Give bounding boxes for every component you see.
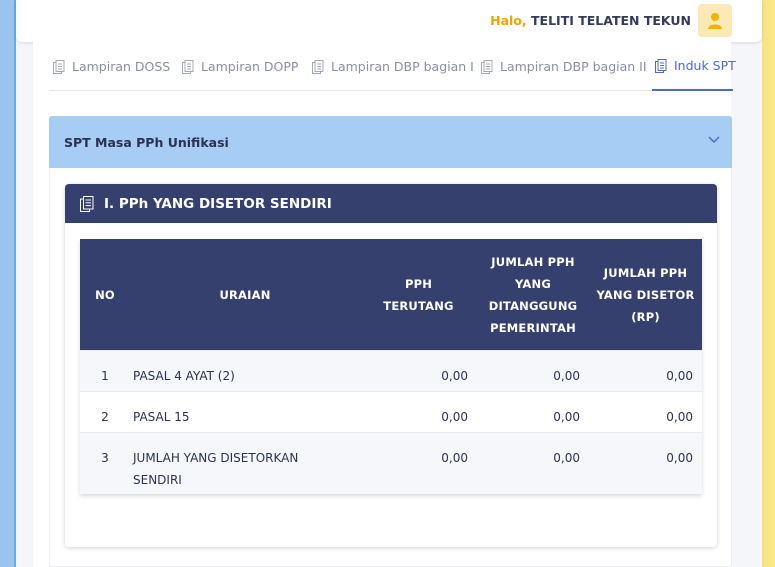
cell-ditanggung: 0,00 [553, 410, 580, 424]
tab-lampiran-dbp-1[interactable]: Lampiran DBP bagian I [312, 42, 474, 91]
top-bar: Halo, TELITI TELATEN TEKUN [16, 0, 762, 42]
section-title: I. PPh YANG DISETOR SENDIRI [104, 195, 332, 212]
pph-table: NO URAIAN PPH TERUTANG JUMLAH PPH YANG D… [80, 239, 702, 494]
user-icon [708, 12, 722, 29]
table-header: NO URAIAN PPH TERUTANG JUMLAH PPH YANG D… [80, 239, 702, 350]
accordion-body: I. PPh YANG DISETOR SENDIRI NO URAIAN PP… [49, 168, 732, 567]
cell-pph-terutang: 0,00 [441, 410, 468, 424]
main-content: Lampiran DOSS Lampiran DOPP Lampiran DBP… [33, 42, 736, 567]
cell-disetor: 0,00 [666, 410, 693, 424]
document-icon [182, 59, 194, 74]
tab-label: Lampiran DBP bagian I [331, 59, 474, 74]
table-row: 2 PASAL 15 0,00 0,00 0,00 [80, 391, 702, 432]
column-header-text: JUMLAH PPH YANG DISETOR (RP) [596, 265, 695, 324]
cell-ditanggung: 0,00 [553, 369, 580, 383]
tab-lampiran-dbp-2[interactable]: Lampiran DBP bagian II [481, 42, 647, 91]
section-card: I. PPh YANG DISETOR SENDIRI NO URAIAN PP… [65, 184, 717, 547]
cell-no: 1 [101, 369, 109, 383]
column-header-ditanggung: JUMLAH PPH YANG DITANGGUNG PEMERINTAH [477, 239, 589, 350]
cell-no: 2 [101, 410, 109, 424]
column-header-text: JUMLAH PPH YANG DITANGGUNG PEMERINTAH [488, 254, 578, 335]
tab-label: Lampiran DOSS [72, 59, 171, 74]
document-icon [655, 58, 667, 73]
cell-uraian: PASAL 4 AYAT (2) [133, 369, 235, 383]
cell-pph-terutang: 0,00 [441, 451, 468, 465]
document-icon [53, 59, 65, 74]
column-header-disetor: JUMLAH PPH YANG DISETOR (RP) [589, 239, 702, 350]
table-row: 1 PASAL 4 AYAT (2) 0,00 0,00 0,00 [80, 350, 702, 391]
cell-uraian: JUMLAH YANG DISETORKAN SENDIRI [133, 451, 299, 487]
user-name[interactable]: TELITI TELATEN TEKUN [531, 13, 691, 28]
cell-ditanggung: 0,00 [553, 451, 580, 465]
document-icon [481, 59, 493, 74]
column-header-pph-terutang: PPH TERUTANG [360, 239, 477, 350]
column-header-no: NO [95, 287, 115, 302]
tab-label: Induk SPT [674, 58, 736, 73]
document-icon [312, 59, 324, 74]
accordion-title: SPT Masa PPh Unifikasi [64, 134, 229, 150]
table-body: 1 PASAL 4 AYAT (2) 0,00 0,00 0,00 2 PASA… [80, 350, 702, 494]
column-header-text: PPH TERUTANG [383, 276, 454, 313]
cell-disetor: 0,00 [666, 369, 693, 383]
cell-disetor: 0,00 [666, 451, 693, 465]
tab-label: Lampiran DOPP [201, 59, 299, 74]
table-row: 3 JUMLAH YANG DISETORKAN SENDIRI 0,00 0,… [80, 432, 702, 494]
document-icon [80, 195, 94, 212]
user-greeting: Halo, TELITI TELATEN TEKUN [490, 13, 691, 28]
chevron-down-icon[interactable] [708, 136, 720, 144]
tab-lampiran-doss[interactable]: Lampiran DOSS [53, 42, 170, 91]
cell-pph-terutang: 0,00 [441, 369, 468, 383]
avatar[interactable] [698, 4, 732, 37]
cell-no: 3 [101, 451, 109, 465]
tab-bar: Lampiran DOSS Lampiran DOPP Lampiran DBP… [49, 42, 736, 91]
column-header-uraian: URAIAN [219, 287, 271, 302]
tab-lampiran-dopp[interactable]: Lampiran DOPP [182, 42, 298, 91]
tab-label: Lampiran DBP bagian II [500, 59, 647, 74]
app-frame: Halo, TELITI TELATEN TEKUN Lampiran DOSS… [14, 0, 762, 567]
section-header: I. PPh YANG DISETOR SENDIRI [65, 184, 717, 223]
greeting-label: Halo, [490, 13, 527, 28]
tab-induk-spt[interactable]: Induk SPT [652, 42, 736, 91]
cell-uraian: PASAL 15 [133, 410, 190, 424]
accordion-header[interactable]: SPT Masa PPh Unifikasi [49, 116, 732, 168]
